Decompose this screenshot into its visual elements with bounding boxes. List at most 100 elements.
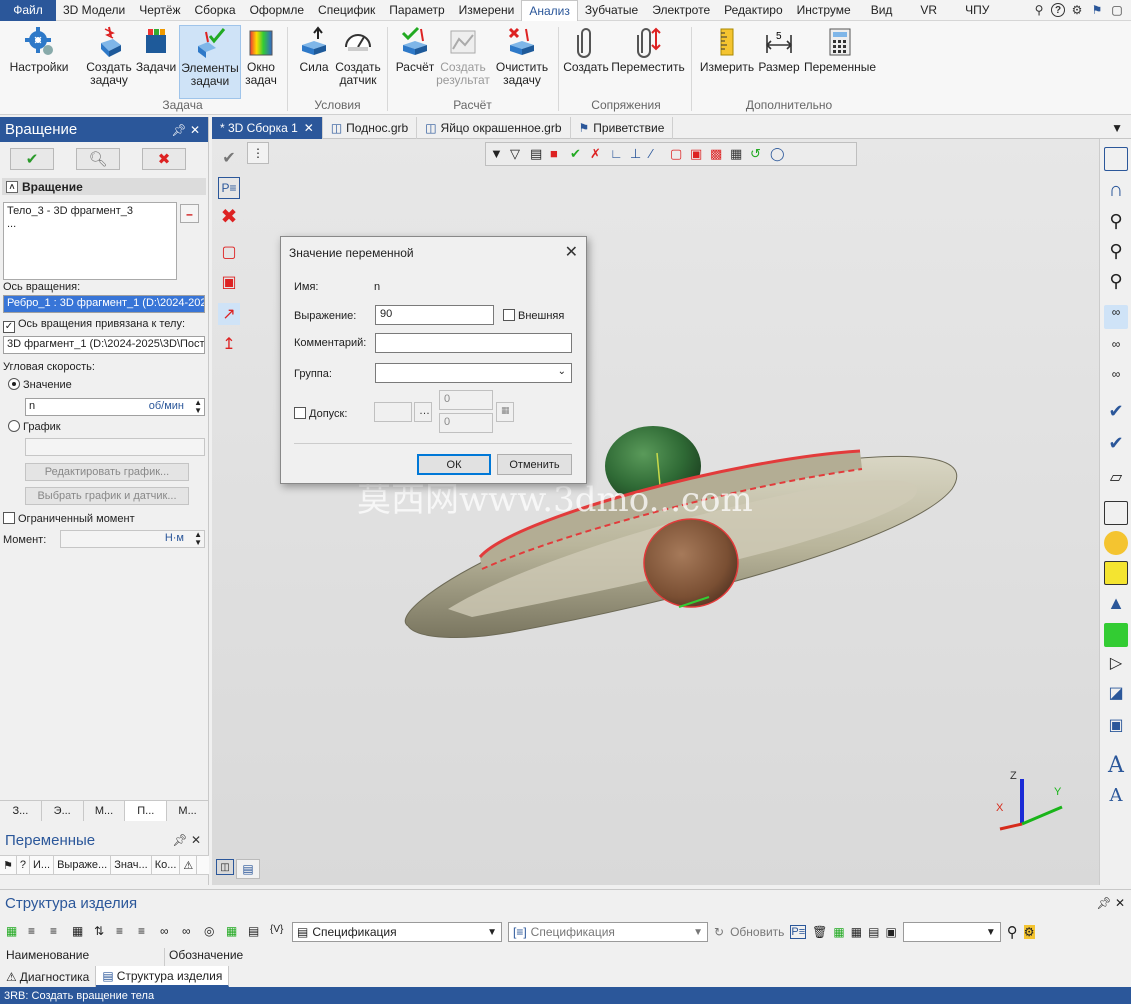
solid-icon[interactable]: ▦ bbox=[730, 146, 747, 163]
external-checkbox[interactable] bbox=[503, 309, 515, 321]
settings-button[interactable]: Настройки bbox=[8, 25, 70, 74]
copy-icon[interactable]: ▣ bbox=[885, 925, 896, 939]
refresh-icon[interactable]: ↻ bbox=[714, 925, 724, 939]
delete-icon[interactable]: 🗑︎ bbox=[812, 925, 827, 939]
select-icon[interactable]: ■ bbox=[550, 146, 567, 163]
collapse-icon[interactable]: ˄ bbox=[6, 180, 18, 193]
create-task-button[interactable]: Создать задачу bbox=[84, 25, 134, 87]
filter2-icon[interactable]: ▽ bbox=[510, 146, 527, 163]
loop-icon[interactable]: ↺ bbox=[750, 146, 767, 163]
flag-icon[interactable]: ⚑ bbox=[0, 856, 17, 874]
ok-button[interactable]: ОК bbox=[417, 454, 491, 475]
section-header[interactable]: ˄ Вращение bbox=[2, 178, 206, 195]
column-header[interactable]: Выраже... bbox=[54, 856, 112, 874]
tab-assembly[interactable]: * 3D Сборка 1 ✕ bbox=[212, 117, 323, 139]
tolerance-min-input[interactable]: 0 bbox=[439, 390, 493, 410]
limited-moment-checkbox[interactable] bbox=[3, 512, 15, 524]
close-icon[interactable]: ✖ bbox=[218, 205, 240, 228]
apply-button[interactable]: ✔ bbox=[10, 148, 54, 170]
transform-icon[interactable]: ▲ bbox=[1104, 593, 1128, 617]
tree-icon[interactable]: ≡ bbox=[28, 924, 44, 940]
cube-add-icon[interactable]: ▣ bbox=[218, 271, 240, 293]
spec-combo-2[interactable]: [≡] Спецификация ▼ bbox=[508, 922, 708, 942]
unlink-icon[interactable]: ∞ bbox=[182, 924, 198, 940]
value-radio-button[interactable] bbox=[8, 378, 20, 390]
magnet-icon[interactable]: ∩ bbox=[1104, 179, 1128, 203]
menu-gears[interactable]: Зубчатые bbox=[578, 0, 645, 21]
spinner-icon[interactable]: ▲ ▼ bbox=[194, 531, 202, 547]
menu-drawing[interactable]: Чертёж bbox=[132, 0, 187, 21]
view-glasses-icon[interactable]: ∞ bbox=[1104, 305, 1128, 329]
tolerance-field[interactable] bbox=[374, 402, 412, 422]
flag-icon[interactable]: ⚑ bbox=[1089, 2, 1105, 18]
menu-3d-models[interactable]: 3D Модели bbox=[56, 0, 132, 21]
excel-icon[interactable]: ▦ bbox=[226, 924, 242, 940]
menu-measure[interactable]: Измерени bbox=[452, 0, 522, 21]
tab-panel-3[interactable]: М... bbox=[84, 801, 126, 821]
brown-egg[interactable] bbox=[643, 518, 739, 608]
list-item[interactable]: Тело_3 - 3D фрагмент_3 bbox=[7, 205, 173, 218]
yellow-box-icon[interactable] bbox=[1104, 561, 1128, 585]
group-select[interactable]: ⌄ bbox=[375, 363, 572, 383]
tasks-button[interactable]: Задачи bbox=[136, 25, 176, 74]
calculate-button[interactable]: Расчёт bbox=[394, 25, 436, 74]
column-header[interactable]: Ко... bbox=[152, 856, 181, 874]
gear-icon[interactable]: ⚙ bbox=[1069, 2, 1085, 18]
properties-icon[interactable]: P≡ bbox=[218, 177, 240, 199]
column-header[interactable]: И... bbox=[30, 856, 55, 874]
axis-bound-field[interactable]: 3D фрагмент_1 (D:\2024-2025\3D\Пости bbox=[3, 336, 205, 354]
view-layout-icon[interactable]: ◫ bbox=[216, 859, 234, 875]
menu-format[interactable]: Оформле bbox=[243, 0, 311, 21]
axis-bound-checkbox[interactable]: ✓ bbox=[3, 321, 15, 333]
tab-egg[interactable]: ◫ Яйцо окрашенное.grb bbox=[417, 117, 571, 139]
external-checkbox-row[interactable]: Внешняя bbox=[503, 309, 564, 322]
face-icon[interactable]: ▣ bbox=[690, 146, 707, 163]
tab-diagnostics[interactable]: ⚠ Диагностика bbox=[0, 966, 97, 987]
comment-input[interactable] bbox=[375, 333, 572, 353]
clear-task-button[interactable]: Очистить задачу bbox=[492, 25, 552, 87]
grid-view-icon[interactable]: ▤ bbox=[236, 859, 260, 879]
layout-icon[interactable]: ▤ bbox=[248, 924, 264, 940]
indent-icon[interactable]: ≡ bbox=[116, 924, 132, 940]
bodies-list[interactable]: Тело_3 - 3D фрагмент_3 ... bbox=[3, 202, 177, 280]
column-header-designation[interactable]: Обозначение bbox=[165, 948, 345, 966]
axes-icon[interactable]: ⊥ bbox=[630, 146, 647, 163]
tolerance-browse-button[interactable]: … bbox=[414, 402, 432, 422]
table-icon[interactable]: ▦ bbox=[6, 924, 22, 940]
menu-file[interactable]: Файл bbox=[0, 0, 56, 21]
layers-icon[interactable]: ▤ bbox=[530, 146, 547, 163]
zoom-icon[interactable]: ⚲ bbox=[1104, 211, 1128, 235]
speed-input[interactable]: n об/мин ▲ ▼ bbox=[25, 398, 205, 416]
list-item[interactable]: ... bbox=[7, 218, 173, 231]
tab-welcome[interactable]: ⚑ Приветствие bbox=[571, 117, 674, 139]
target-icon[interactable]: ◎ bbox=[204, 924, 220, 940]
edge-icon[interactable]: ∕ bbox=[650, 146, 667, 163]
graph-field[interactable] bbox=[25, 438, 205, 456]
pin-close-icon[interactable]: 📌︎ ✕ bbox=[1096, 896, 1125, 910]
uncheck-icon[interactable]: ✗ bbox=[590, 146, 607, 163]
tree-icon[interactable]: ⋮ bbox=[247, 142, 269, 164]
menu-electro[interactable]: Электроте bbox=[645, 0, 717, 21]
grid-icon[interactable]: ▦ bbox=[72, 924, 88, 940]
task-elements-button[interactable]: Элементы задачи bbox=[179, 25, 241, 99]
tab-product-structure[interactable]: ▤ Структура изделия bbox=[96, 966, 230, 987]
menu-tools[interactable]: Инструме bbox=[790, 0, 858, 21]
update-button[interactable]: Обновить bbox=[730, 925, 784, 939]
measure-button[interactable]: Измерить bbox=[698, 25, 756, 74]
check-cube-icon[interactable]: ✔ bbox=[1104, 401, 1128, 425]
tabs-menu-icon[interactable]: ▼ bbox=[1111, 117, 1131, 138]
search-icon[interactable]: ⚲ bbox=[1007, 923, 1018, 941]
filter-icon[interactable]: ▼ bbox=[490, 146, 507, 163]
tolerance-checkbox-row[interactable]: Допуск: bbox=[294, 407, 347, 420]
view-glasses2-icon[interactable]: ∞ bbox=[1104, 367, 1128, 391]
spinner-icon[interactable]: ▲ ▼ bbox=[194, 399, 202, 415]
zoom-fit-icon[interactable]: ⚲ bbox=[1104, 241, 1128, 265]
check-cubes-icon[interactable]: ✔ bbox=[1104, 433, 1128, 457]
column-header-name[interactable]: Наименование bbox=[0, 948, 165, 966]
close-tab-icon[interactable]: ✕ bbox=[304, 121, 314, 135]
task-window-button[interactable]: Окно задач bbox=[242, 25, 280, 87]
tolerance-spin-button[interactable]: ▦ bbox=[496, 402, 514, 422]
check-icon[interactable]: ✔ bbox=[570, 146, 587, 163]
zoom-window-icon[interactable]: ⚲ bbox=[1104, 271, 1128, 295]
columns-icon[interactable]: ▤ bbox=[868, 925, 879, 939]
